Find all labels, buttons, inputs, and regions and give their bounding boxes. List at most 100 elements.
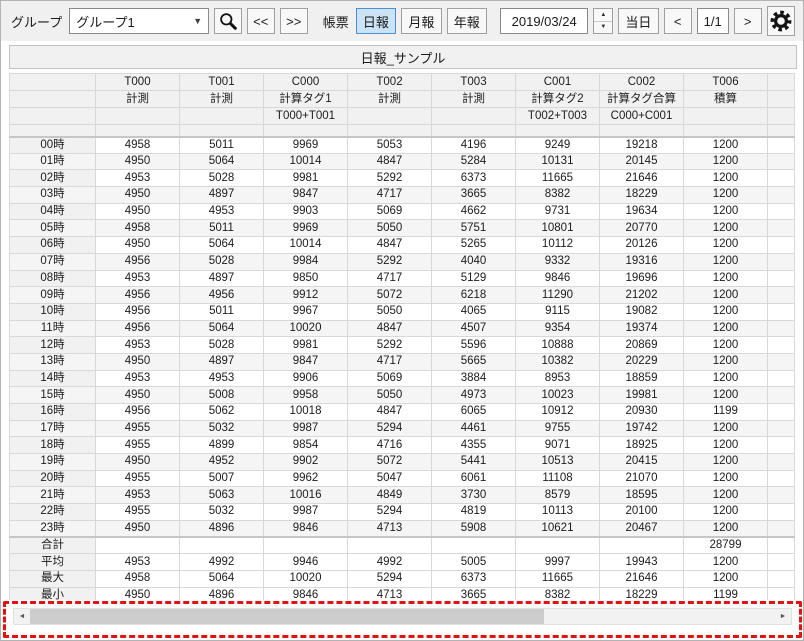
row-label: 最小 xyxy=(10,587,96,600)
cell: 6373 xyxy=(432,570,516,587)
cell: 1200 xyxy=(684,487,768,504)
filler-cell xyxy=(768,454,795,471)
cell: 10014 xyxy=(264,153,348,170)
spinner-up-icon[interactable]: ▲ xyxy=(594,9,612,22)
today-button[interactable]: 当日 xyxy=(618,8,658,34)
cell: 4896 xyxy=(180,587,264,600)
cell: 5665 xyxy=(432,353,516,370)
cell: 5294 xyxy=(348,420,432,437)
cell: 4956 xyxy=(96,404,180,421)
page-next-button[interactable]: > xyxy=(734,8,762,34)
cell: T000+T001 xyxy=(264,108,348,125)
report-type-label: 帳票 xyxy=(321,12,351,31)
cell: 4953 xyxy=(180,203,264,220)
row-label: 21時 xyxy=(10,487,96,504)
cell: 19742 xyxy=(600,420,684,437)
page-indicator: 1/1 xyxy=(697,8,729,34)
cell: 1200 xyxy=(684,504,768,521)
cell: 21646 xyxy=(600,170,684,187)
cell: 5072 xyxy=(348,454,432,471)
horizontal-scrollbar[interactable]: ◄ ► xyxy=(13,608,792,625)
cell: T002+T003 xyxy=(516,108,600,125)
date-input[interactable]: 2019/03/24 xyxy=(500,8,588,34)
cell: 4662 xyxy=(432,203,516,220)
tab-daily-report[interactable]: 日報 xyxy=(356,8,396,34)
cell: 4716 xyxy=(348,437,432,454)
scrollbar-thumb[interactable] xyxy=(30,609,544,624)
row-label: 08時 xyxy=(10,270,96,287)
cell: 5028 xyxy=(180,253,264,270)
tab-yearly-report[interactable]: 年報 xyxy=(447,8,487,34)
header-row-tags: T000T001C000T002T003C001C002T006 xyxy=(10,74,795,91)
cell: 10513 xyxy=(516,454,600,471)
cell: 9846 xyxy=(264,520,348,537)
cell: 19634 xyxy=(600,203,684,220)
hour-row: 02時4953502899815292637311665216461200 xyxy=(10,170,795,187)
hour-row: 22時4955503299875294481910113201001200 xyxy=(10,504,795,521)
prev-group-button[interactable]: << xyxy=(247,8,275,34)
cell: 1200 xyxy=(684,520,768,537)
filler-cell xyxy=(768,370,795,387)
row-label: 11時 xyxy=(10,320,96,337)
row-label xyxy=(10,108,96,125)
settings-button[interactable] xyxy=(767,6,795,36)
row-label: 01時 xyxy=(10,153,96,170)
cell: 4953 xyxy=(96,337,180,354)
cell: 20415 xyxy=(600,454,684,471)
filler-cell xyxy=(768,153,795,170)
cell: 5028 xyxy=(180,170,264,187)
spinner-down-icon[interactable]: ▼ xyxy=(594,22,612,34)
cell: 1200 xyxy=(684,270,768,287)
scrollbar-track[interactable] xyxy=(30,609,775,624)
cell: 10888 xyxy=(516,337,600,354)
cell: 8953 xyxy=(516,370,600,387)
cell: 20145 xyxy=(600,153,684,170)
hour-row: 16時49565062100184847606510912209301199 xyxy=(10,404,795,421)
cell: 11108 xyxy=(516,470,600,487)
row-label xyxy=(10,125,96,137)
hour-row: 19時4950495299025072544110513204151200 xyxy=(10,454,795,471)
cell: 5064 xyxy=(180,237,264,254)
cell: 9731 xyxy=(516,203,600,220)
group-combobox[interactable]: グループ1 ▼ xyxy=(69,8,208,34)
filler-cell xyxy=(768,420,795,437)
cell: 5005 xyxy=(432,554,516,571)
next-group-button[interactable]: >> xyxy=(280,8,308,34)
filler-cell xyxy=(768,237,795,254)
filler-cell xyxy=(768,74,795,91)
cell: 18859 xyxy=(600,370,684,387)
hour-row: 21時4953506310016484937308579185951200 xyxy=(10,487,795,504)
cell xyxy=(348,537,432,554)
cell: 4953 xyxy=(180,370,264,387)
cell: 計測 xyxy=(432,91,516,108)
cell: 10020 xyxy=(264,320,348,337)
cell: 5008 xyxy=(180,387,264,404)
cell: 4847 xyxy=(348,404,432,421)
scroll-left-icon[interactable]: ◄ xyxy=(14,609,30,624)
cell: 1199 xyxy=(684,404,768,421)
cell: 20126 xyxy=(600,237,684,254)
search-button[interactable] xyxy=(214,8,242,34)
chevron-down-icon[interactable]: ▼ xyxy=(188,16,208,26)
cell: T001 xyxy=(180,74,264,91)
cell: 1200 xyxy=(684,220,768,237)
filler-cell xyxy=(768,554,795,571)
hour-row: 15時4950500899585050497310023199811200 xyxy=(10,387,795,404)
cell xyxy=(516,125,600,137)
row-label: 03時 xyxy=(10,187,96,204)
cell: 4847 xyxy=(348,237,432,254)
cell: 1200 xyxy=(684,370,768,387)
cell: 10131 xyxy=(516,153,600,170)
cell xyxy=(516,537,600,554)
hour-row: 18時495548999854471643559071189251200 xyxy=(10,437,795,454)
cell: 9997 xyxy=(516,554,600,571)
scroll-right-icon[interactable]: ► xyxy=(775,609,791,624)
cell xyxy=(180,108,264,125)
row-label: 06時 xyxy=(10,237,96,254)
cell: 1199 xyxy=(684,587,768,600)
page-prev-button[interactable]: < xyxy=(664,8,692,34)
filler-cell xyxy=(768,537,795,554)
hour-row: 14時495349539906506938848953188591200 xyxy=(10,370,795,387)
cell: 4953 xyxy=(96,170,180,187)
tab-monthly-report[interactable]: 月報 xyxy=(401,8,441,34)
